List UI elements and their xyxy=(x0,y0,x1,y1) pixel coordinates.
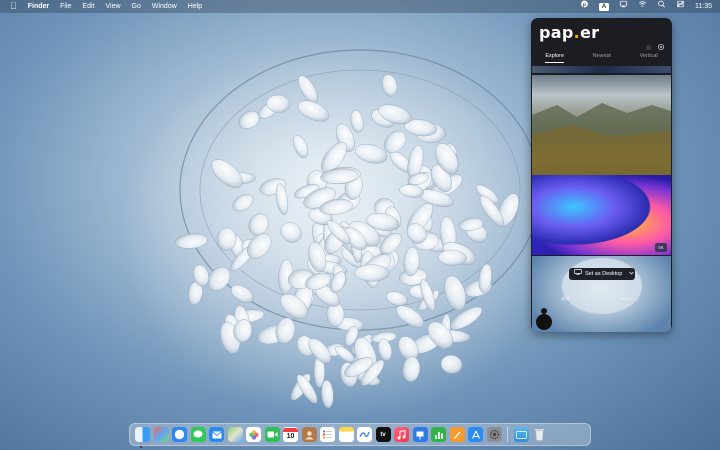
numbers-app-icon[interactable] xyxy=(431,427,446,442)
freeform-app-icon[interactable] xyxy=(357,427,372,442)
calendar-app-icon[interactable]: 10 xyxy=(283,427,298,442)
messages-app-icon[interactable] xyxy=(190,427,206,442)
tv-app-label: tv xyxy=(380,431,386,438)
menu-go[interactable]: Go xyxy=(132,0,141,13)
menu-edit[interactable]: Edit xyxy=(82,0,94,13)
apple-menu-icon[interactable]:  xyxy=(10,0,17,13)
launchpad-app-icon[interactable] xyxy=(153,427,169,442)
keynote-app-icon[interactable] xyxy=(412,427,428,442)
menu-file[interactable]: File xyxy=(60,0,71,13)
papier-header: pap.er Explore Newest Vertical xyxy=(531,18,672,66)
menu-window[interactable]: Window xyxy=(152,0,177,13)
facetime-app-icon[interactable] xyxy=(264,427,280,442)
menu-app-name[interactable]: Finder xyxy=(28,0,49,13)
wallpaper-thumbnail[interactable] xyxy=(532,66,671,73)
clock[interactable]: 11:35 xyxy=(695,0,712,13)
downloads-folder-icon[interactable] xyxy=(513,427,529,442)
search-icon[interactable] xyxy=(657,0,666,13)
chevron-down-icon[interactable] xyxy=(629,268,635,280)
resolution-badge: 5K xyxy=(655,243,667,252)
safari-app-icon[interactable] xyxy=(172,427,187,442)
photo-credit[interactable]: @Vi xyxy=(561,296,570,301)
finder-app-icon[interactable] xyxy=(135,427,150,442)
papier-panel: pap.er Explore Newest Vertical xyxy=(531,18,672,332)
wallpaper-thumbnail[interactable] xyxy=(532,175,671,255)
dock-separator xyxy=(507,427,508,442)
contacts-app-icon[interactable] xyxy=(301,427,317,442)
screen-mirroring-icon[interactable] xyxy=(619,0,628,13)
reminders-app-icon[interactable] xyxy=(320,427,335,442)
music-app-icon[interactable] xyxy=(394,427,409,442)
tab-explore[interactable]: Explore xyxy=(545,53,564,63)
papier-status-icon[interactable]: p xyxy=(580,0,589,13)
dock: 10 tv xyxy=(129,423,591,446)
control-center-icon[interactable] xyxy=(676,0,685,13)
maps-app-icon[interactable] xyxy=(227,427,243,442)
wallpaper-thumbnail[interactable] xyxy=(532,75,671,175)
app-store-app-icon[interactable] xyxy=(468,427,483,442)
menu-view[interactable]: View xyxy=(105,0,120,13)
input-source-icon[interactable]: A xyxy=(599,2,609,11)
system-settings-app-icon[interactable] xyxy=(486,427,502,442)
tab-vertical[interactable]: Vertical xyxy=(640,53,658,63)
running-indicator xyxy=(140,446,142,448)
mail-app-icon[interactable] xyxy=(209,427,224,442)
set-as-desktop-label: Set as Desktop xyxy=(585,271,623,277)
papier-logo: pap.er xyxy=(539,23,600,42)
photos-app-icon[interactable] xyxy=(246,427,261,442)
svg-text:p: p xyxy=(583,3,586,8)
photo-credit[interactable]: ason xyxy=(621,296,631,301)
pages-app-icon[interactable] xyxy=(449,427,465,442)
papier-tabs: Explore Newest Vertical xyxy=(531,53,672,63)
notes-app-icon[interactable] xyxy=(338,427,354,442)
calendar-day: 10 xyxy=(286,432,295,440)
tab-newest[interactable]: Newest xyxy=(593,53,611,63)
avatar xyxy=(536,308,552,330)
menu-bar:  Finder File Edit View Go Window Help p… xyxy=(0,0,720,13)
trash-icon[interactable] xyxy=(532,427,547,442)
menu-help[interactable]: Help xyxy=(188,0,202,13)
monitor-icon xyxy=(574,268,582,280)
tv-app-icon[interactable]: tv xyxy=(375,427,391,442)
set-as-desktop-button[interactable]: Set as Desktop xyxy=(569,268,635,280)
wifi-icon[interactable] xyxy=(638,0,647,13)
